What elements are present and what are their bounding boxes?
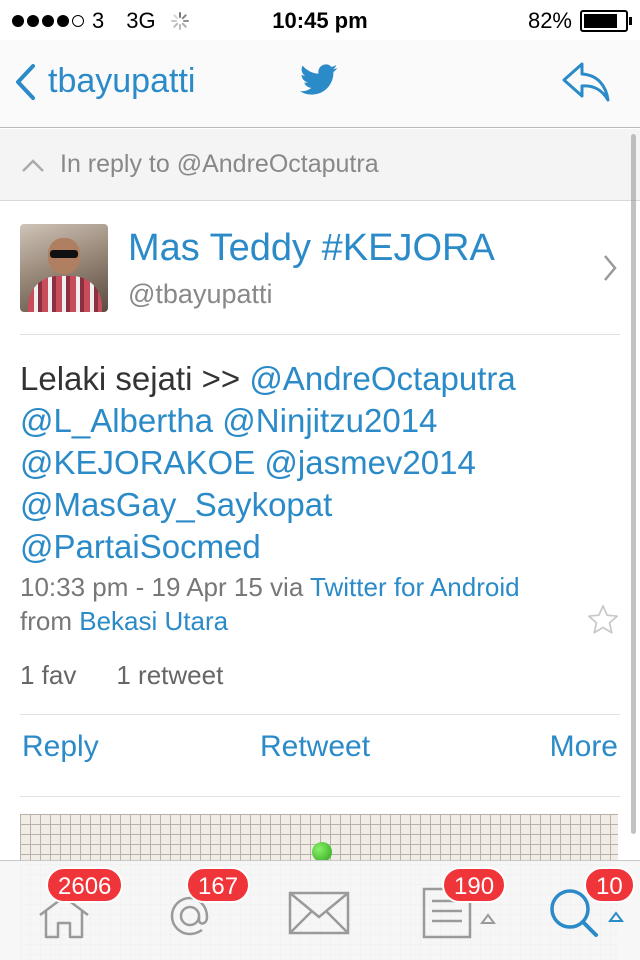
chevron-left-icon (16, 63, 35, 100)
reply-button[interactable]: Reply (22, 730, 99, 764)
location-link[interactable]: Bekasi Utara (79, 606, 228, 636)
in-reply-to-label: In reply to @AndreOctaputra (60, 150, 379, 178)
fav-count[interactable]: 1 fav (20, 660, 76, 691)
home-badge: 2606 (46, 867, 124, 903)
scrollbar[interactable] (631, 134, 636, 834)
tweet-author-row[interactable]: Mas Teddy #KEJORA @tbayupatti (20, 201, 620, 335)
mention-link[interactable]: @AndreOctaputra (249, 360, 515, 397)
star-icon[interactable] (586, 603, 620, 637)
avatar[interactable] (20, 224, 108, 312)
in-reply-to-bar[interactable]: In reply to @AndreOctaputra (0, 129, 640, 201)
divider (20, 796, 620, 797)
mention-link[interactable]: @L_Albertha (20, 402, 213, 439)
tweet-text: Lelaki sejati >> @AndreOctaputra @L_Albe… (20, 358, 610, 568)
mention-link[interactable]: @jasmev2014 (264, 444, 475, 481)
tweet-timestamp: 10:33 pm - 19 Apr 15 via (20, 572, 311, 602)
status-bar: 3 3G 10:45 pm 82% (0, 0, 640, 40)
envelope-icon (288, 891, 350, 935)
from-label: from (20, 606, 80, 636)
retweet-count[interactable]: 1 retweet (116, 660, 223, 691)
mention-link[interactable]: @Ninjitzu2014 (222, 402, 437, 439)
search-badge: 10 (584, 867, 635, 903)
back-button[interactable]: tbayupatti (14, 62, 195, 101)
navigation-bar: tbayupatti (0, 40, 640, 128)
chevron-right-icon (604, 255, 617, 281)
battery-percent: 82% (527, 8, 572, 33)
tweet-stats: 1 fav 1 retweet (20, 660, 223, 691)
author-name: Mas Teddy #KEJORA (128, 227, 495, 269)
tweet-meta: 10:33 pm - 19 Apr 15 via Twitter for And… (20, 570, 520, 638)
more-button[interactable]: More (550, 730, 618, 764)
battery-area: 82% (527, 8, 632, 34)
mention-link[interactable]: @MasGay_Saykopat (20, 486, 332, 523)
divider (20, 714, 620, 715)
twitter-bird-icon (300, 64, 338, 95)
retweet-button[interactable]: Retweet (260, 730, 370, 764)
reply-icon[interactable] (560, 60, 612, 104)
green-dot (312, 842, 332, 862)
back-label: tbayupatti (48, 62, 196, 100)
tab-messages[interactable] (262, 861, 382, 960)
tab-mentions[interactable]: 167 (136, 861, 256, 960)
author-handle: @tbayupatti (128, 279, 273, 309)
mention-link[interactable]: @KEJORAKOE (20, 444, 255, 481)
mentions-badge: 167 (186, 867, 251, 903)
battery-icon (580, 10, 632, 32)
mention-link[interactable]: @PartaiSocmed (20, 528, 261, 565)
tab-lists[interactable]: 190 (388, 861, 508, 960)
client-link[interactable]: Twitter for Android (310, 572, 520, 602)
tweet-actions: Reply Retweet More (20, 730, 620, 774)
lists-badge: 190 (442, 867, 507, 903)
tweet-prefix: Lelaki sejati >> (20, 360, 250, 397)
tab-search[interactable]: 10 (514, 861, 635, 960)
tab-bar: 2606 167 190 10 (0, 860, 640, 960)
chevron-up-icon (22, 158, 44, 172)
tab-home[interactable]: 2606 (10, 861, 130, 960)
